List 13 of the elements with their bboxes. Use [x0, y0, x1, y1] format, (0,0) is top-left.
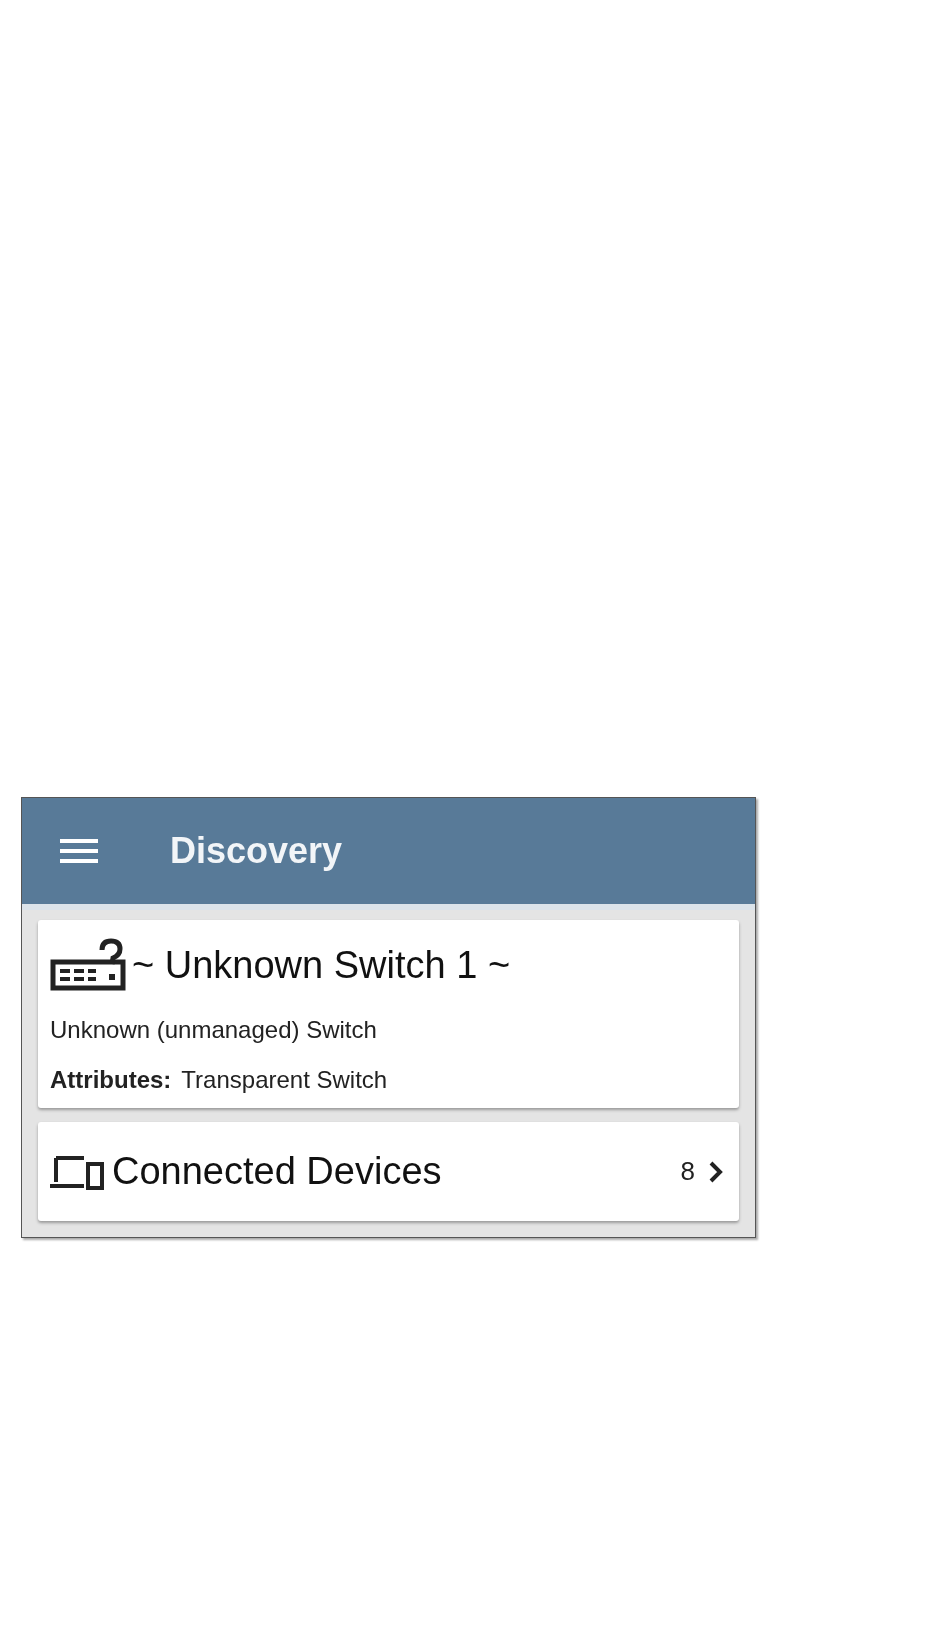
unknown-switch-icon: [50, 938, 126, 992]
device-count: 8: [680, 1156, 695, 1187]
menu-icon: [60, 838, 98, 864]
attributes-label: Attributes:: [50, 1066, 172, 1094]
devices-icon: [50, 1153, 104, 1190]
screen-title: Discovery: [170, 830, 343, 872]
device-title: ~ Unknown Switch 1 ~: [132, 943, 511, 987]
connected-devices-row[interactable]: Connected Devices 8: [38, 1122, 739, 1221]
connected-devices-label: Connected Devices: [112, 1150, 443, 1193]
menu-button[interactable]: [60, 838, 98, 864]
chevron-right-icon: [709, 1160, 723, 1183]
device-type: Unknown (unmanaged) Switch: [50, 1016, 378, 1044]
attributes-value: Transparent Switch: [181, 1066, 388, 1094]
